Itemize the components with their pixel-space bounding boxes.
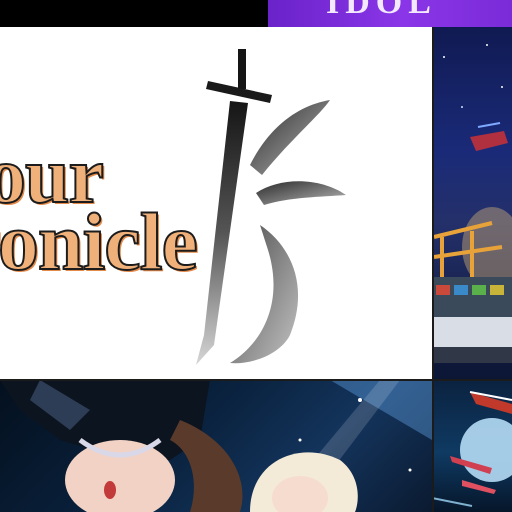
top-game-banner-purple[interactable]: IDOL xyxy=(268,0,512,27)
game-title-line-2: ronicle xyxy=(0,195,199,288)
game-banner-space-fleet[interactable] xyxy=(432,380,512,512)
game-banner-chronicle[interactable]: our ronicle xyxy=(0,27,432,380)
space-port-art-icon xyxy=(432,44,512,363)
sword-calligraphy-logo-icon xyxy=(196,49,346,365)
space-fleet-art-icon xyxy=(432,391,512,507)
horizontal-divider xyxy=(0,379,512,381)
game-banner-anime-heroines[interactable] xyxy=(0,380,432,512)
vertical-divider xyxy=(432,27,434,512)
top-left-dark-strip xyxy=(0,0,268,27)
game-banner-space-port[interactable] xyxy=(432,27,512,380)
top-banner-partial-title: IDOL xyxy=(326,0,437,21)
anime-heroines-art-icon xyxy=(0,380,432,512)
